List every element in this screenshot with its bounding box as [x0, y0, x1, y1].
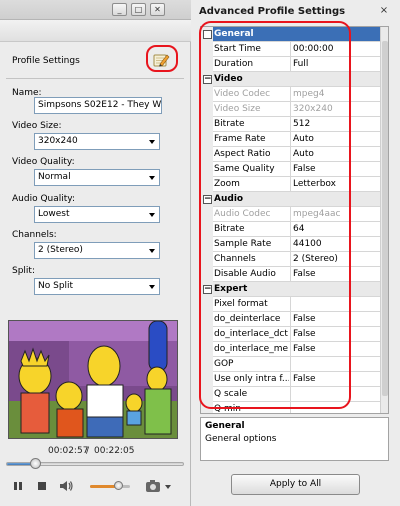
description-title: General	[205, 421, 245, 431]
chevron-down-icon	[149, 249, 155, 253]
chevron-down-icon	[149, 285, 155, 289]
video-size-value: 320x240	[38, 136, 78, 146]
volume-slider[interactable]	[90, 481, 130, 490]
description-body: General options	[205, 434, 277, 444]
video-preview	[8, 320, 178, 439]
snapshot-icon[interactable]	[145, 479, 173, 493]
maximize-button[interactable]: □	[131, 3, 146, 16]
channels-select[interactable]: 2 (Stereo)	[34, 242, 160, 259]
split-select[interactable]: No Split	[34, 278, 160, 295]
minimize-button[interactable]: _	[112, 3, 127, 16]
stop-icon[interactable]	[36, 480, 48, 492]
close-button[interactable]: ✕	[150, 3, 165, 16]
chevron-down-icon	[149, 140, 155, 144]
panel-title: Advanced Profile Settings	[199, 6, 346, 17]
edit-highlight-annotation	[146, 45, 178, 72]
split-label: Split:	[12, 266, 35, 276]
video-quality-label: Video Quality:	[12, 157, 75, 167]
audio-quality-label: Audio Quality:	[12, 194, 75, 204]
volume-icon[interactable]	[58, 479, 74, 493]
profile-panel: _ □ ✕ Profile Settings Name: Simpsons S0…	[0, 0, 191, 506]
play-pause-icon[interactable]	[12, 480, 24, 492]
apply-to-all-button[interactable]: Apply to All	[231, 474, 360, 495]
volume-handle[interactable]	[114, 481, 123, 490]
split-value: No Split	[38, 281, 74, 291]
chevron-down-icon	[149, 176, 155, 180]
video-frame-image	[9, 321, 177, 438]
total-time: 00:22:05	[94, 446, 135, 456]
description-box: General General options	[200, 417, 389, 461]
scrollbar-thumb[interactable]	[382, 41, 388, 396]
close-icon[interactable]: ×	[375, 4, 393, 18]
profile-settings-title: Profile Settings	[12, 56, 80, 66]
video-quality-value: Normal	[38, 172, 71, 182]
chevron-down-icon	[149, 213, 155, 217]
video-quality-select[interactable]: Normal	[34, 169, 160, 186]
time-separator: /	[86, 446, 90, 456]
video-size-label: Video Size:	[12, 121, 62, 131]
toolbar-strip	[0, 20, 191, 42]
grid-highlight-annotation	[199, 21, 351, 409]
audio-quality-select[interactable]: Lowest	[34, 206, 160, 223]
channels-label: Channels:	[12, 230, 57, 240]
current-time: 00:02:57	[48, 446, 89, 456]
property-grid-scrollbar[interactable]	[380, 27, 388, 413]
left-title-bar: _ □ ✕	[0, 0, 191, 20]
video-size-select[interactable]: 320x240	[34, 133, 160, 150]
name-input[interactable]: Simpsons S02E12 - They Way	[34, 97, 162, 114]
seek-bar[interactable]	[6, 458, 184, 469]
seek-handle[interactable]	[30, 458, 42, 469]
separator	[6, 78, 184, 79]
channels-value: 2 (Stereo)	[38, 245, 83, 255]
audio-quality-value: Lowest	[38, 209, 70, 219]
